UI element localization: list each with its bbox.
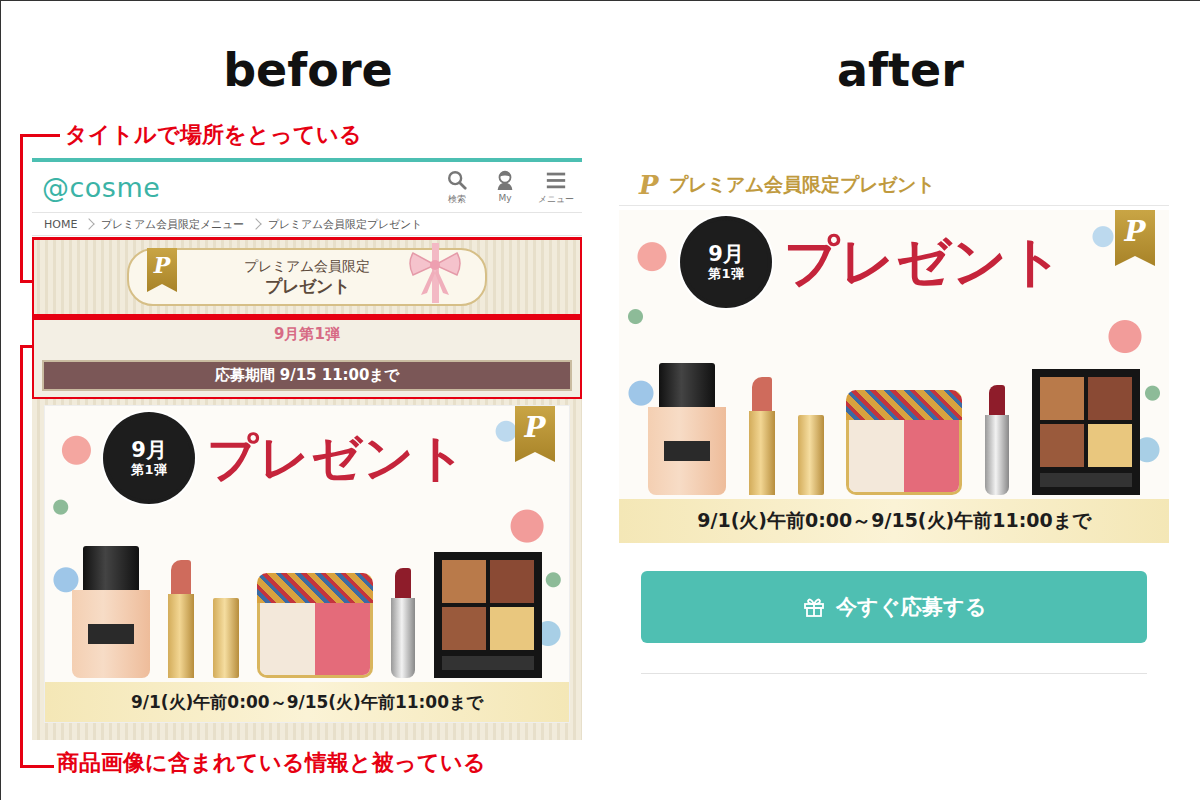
annotation-line [20,345,34,348]
annotation-line [20,280,34,283]
red-lipstick [391,568,415,678]
banner-dates: 9/1(火)午前0:00～9/15(火)午前11:00まで [619,499,1169,543]
nav-item[interactable]: 検索 [442,169,472,206]
header-nav: 検索 My メニュー [442,169,574,206]
banner-title: プレゼント [207,425,467,492]
premium-ribbon-icon: P [515,406,555,462]
after-column: afterPプレミアム会員限定プレゼントP9月第1弾プレゼント9/1(火)午前0… [601,1,1200,800]
breadcrumb-item[interactable]: プレミアム会員限定メニュー [101,217,244,232]
foundation-bottle [648,363,726,495]
nav-item[interactable]: My [490,169,520,206]
annotation-duplicate: 商品画像に含まれている情報と被っている [57,748,601,778]
coral-lipstick [168,560,194,678]
search-icon [446,169,468,191]
page-title: プレミアム会員限定プレゼント [669,172,935,198]
blush-palette [846,390,962,495]
chevron-icon [84,218,95,229]
annotation-line [20,345,23,768]
section-divider [641,673,1147,674]
annotation-title: タイトルで場所をとっている [65,120,601,150]
breadcrumb: HOME プレミアム会員限定メニュー プレミアム会員限定プレゼント [32,213,582,236]
eyeshadow-palette [1032,369,1140,495]
premium-ribbon-icon: P [1115,210,1155,266]
after-heading: after [601,45,1200,95]
breadcrumb-item[interactable]: HOME [44,218,77,231]
comparison-canvas: before タイトルで場所をとっている @cosme 検索 My メニュー HOME プレミ… [0,0,1200,800]
premium-icon: P [639,170,659,200]
campaign-banner[interactable]: P9月第1弾プレゼント9/1(火)午前0:00～9/15(火)午前11:00まで [619,210,1169,543]
banner-dates: 9/1(火)午前0:00～9/15(火)午前11:00まで [45,682,569,722]
period-bar: 応募期間 9/15 11:00まで [42,360,572,391]
title-text: プレミアム会員限定プレゼント [244,257,370,297]
premium-ribbon-icon: P [147,248,177,292]
annotation-line [20,765,54,768]
gift-icon [802,595,826,619]
nav-item[interactable]: メニュー [538,169,574,206]
products [45,510,569,682]
breadcrumb-item[interactable]: プレミアム会員限定プレゼント [268,217,422,232]
eyeshadow-palette [434,552,542,678]
title-card: P プレミアム会員限定プレゼント [127,248,487,306]
round-label: 9月第1弾 [42,324,572,360]
gold-cap [798,415,824,495]
red-lipstick [985,385,1009,495]
annotation-line [20,135,23,283]
before-phone: @cosme検索MyメニューHOMEプレミアム会員限定メニュープレミアム会員限定… [32,158,582,740]
menu-icon [545,169,567,191]
gold-cap [213,598,239,678]
round-info: 9月第1弾応募期間 9/15 11:00まで [32,318,582,399]
bow-icon [405,240,465,306]
chevron-icon [251,218,262,229]
banner-top: 9月第1弾プレゼント [619,210,1169,314]
title-banner: P プレミアム会員限定プレゼント [32,238,582,316]
banner-title: プレゼント [784,226,1064,299]
annotation-line [20,134,60,137]
before-column: before タイトルで場所をとっている @cosme 検索 My メニュー HOME プレミ… [1,1,601,800]
before-heading: before [1,45,601,95]
campaign-banner[interactable]: P9月第1弾プレゼント9/1(火)午前0:00～9/15(火)午前11:00まで [44,405,570,723]
after-phone: Pプレミアム会員限定プレゼントP9月第1弾プレゼント9/1(火)午前0:00～9… [619,95,1169,674]
site-header: @cosme 検索 My メニュー [32,162,582,213]
apply-button[interactable]: 今すぐ応募する [641,571,1147,643]
products [619,314,1169,499]
round-badge: 9月第1弾 [684,220,768,304]
banner-top: 9月第1弾プレゼント [45,406,569,510]
cosme-logo[interactable]: @cosme [42,172,160,203]
user-icon [494,169,516,191]
round-badge: 9月第1弾 [107,416,191,500]
blush-palette [257,573,373,678]
page-header: P プレミアム会員限定プレゼント [619,165,1169,206]
image-frame: P9月第1弾プレゼント9/1(火)午前0:00～9/15(火)午前11:00まで [32,399,582,740]
foundation-bottle [72,546,150,678]
coral-lipstick [749,377,775,495]
